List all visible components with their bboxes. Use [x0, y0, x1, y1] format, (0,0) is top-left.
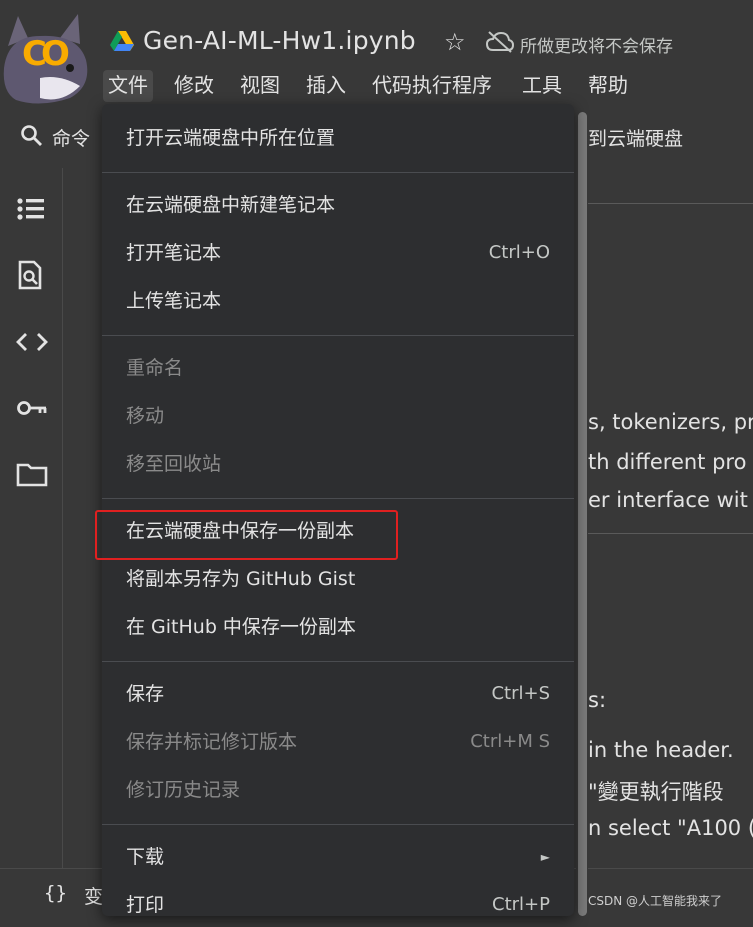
command-palette-button[interactable]: 命令 — [52, 124, 90, 151]
menu-item-label: 打印 — [126, 894, 165, 916]
watermark: CSDN @人工智能我来了 — [588, 894, 723, 908]
star-icon[interactable]: ☆ — [444, 28, 466, 56]
menu-item-label: 保存 — [126, 683, 165, 705]
menu-insert[interactable]: 插入 — [301, 70, 351, 102]
menu-item-label: 将副本另存为 GitHub Gist — [126, 568, 356, 590]
menu-separator — [102, 498, 574, 499]
menu-item-label: 重命名 — [126, 357, 184, 379]
scrollbar-thumb[interactable] — [578, 112, 587, 916]
save-status-text: 所做更改将不会保存 — [520, 37, 673, 57]
menu-tools[interactable]: 工具 — [517, 70, 567, 102]
variables-label[interactable]: 变 — [84, 882, 103, 909]
divider — [588, 203, 753, 204]
search-icon[interactable] — [20, 124, 44, 148]
menu-item-label: 上传笔记本 — [126, 290, 222, 312]
menu-item-label: 下载 — [126, 846, 165, 868]
menu-item-label: 打开笔记本 — [126, 242, 222, 264]
menu-help[interactable]: 帮助 — [583, 70, 633, 102]
code-snippets-icon[interactable] — [16, 331, 48, 353]
menu-item-open-drive-location[interactable]: 打开云端硬盘中所在位置 — [126, 116, 550, 160]
menu-item-move-to-trash: 移至回收站 — [126, 442, 550, 486]
menu-item-download[interactable]: 下载 ► — [126, 835, 550, 879]
menu-item-shortcut: Ctrl+P — [492, 894, 550, 915]
menu-item-save[interactable]: 保存 Ctrl+S — [126, 672, 550, 716]
menu-view[interactable]: 视图 — [235, 70, 285, 102]
menu-edit[interactable]: 修改 — [169, 70, 219, 102]
menu-item-label: 移动 — [126, 405, 165, 427]
content-line: s, tokenizers, pr — [588, 410, 753, 434]
content-line: in the header. — [588, 738, 734, 762]
copy-to-drive-button[interactable]: 到云端硬盘 — [588, 124, 683, 151]
colab-logo-text: CO — [22, 34, 70, 74]
cloud-off-icon — [486, 31, 514, 53]
menu-item-label: 打开云端硬盘中所在位置 — [126, 127, 336, 149]
menu-item-label: 保存并标记修订版本 — [126, 731, 298, 753]
menu-separator — [102, 335, 574, 336]
secrets-key-icon[interactable] — [16, 398, 48, 418]
variables-icon[interactable]: {} — [44, 882, 67, 904]
menu-separator — [102, 824, 574, 825]
menu-item-open-notebook[interactable]: 打开笔记本 Ctrl+O — [126, 231, 550, 275]
menu-runtime[interactable]: 代码执行程序 — [367, 70, 497, 102]
highlight-annotation-box — [95, 510, 398, 560]
menu-item-save-copy-as-gist[interactable]: 将副本另存为 GitHub Gist — [126, 557, 550, 601]
menu-item-label: 移至回收站 — [126, 453, 222, 475]
menu-file[interactable]: 文件 — [103, 70, 153, 102]
menu-item-revision-history: 修订历史记录 — [126, 768, 550, 812]
content-line: er interface wit — [588, 488, 748, 512]
menu-item-save-copy-in-github[interactable]: 在 GitHub 中保存一份副本 — [126, 605, 550, 649]
menu-item-print[interactable]: 打印 Ctrl+P — [126, 883, 550, 927]
menu-item-move: 移动 — [126, 394, 550, 438]
content-line: n select "A100 ( — [588, 816, 753, 840]
find-replace-icon[interactable] — [16, 260, 46, 292]
content-line: th different pro — [588, 450, 747, 474]
content-line: "變更執行階段 — [588, 780, 724, 804]
menu-item-rename: 重命名 — [126, 346, 550, 390]
google-drive-icon — [110, 31, 134, 51]
menu-item-save-and-pin-revision: 保存并标记修订版本 Ctrl+M S — [126, 720, 550, 764]
menu-item-shortcut: Ctrl+M S — [470, 731, 550, 752]
menu-item-upload-notebook[interactable]: 上传笔记本 — [126, 279, 550, 323]
menu-item-label: 在 GitHub 中保存一份副本 — [126, 616, 356, 638]
folder-icon[interactable] — [16, 462, 48, 488]
menu-separator — [102, 172, 574, 173]
menu-item-shortcut: Ctrl+S — [491, 683, 550, 704]
menu-item-label: 修订历史记录 — [126, 779, 241, 801]
content-line: s: — [588, 688, 607, 712]
notebook-title[interactable]: Gen-AI-ML-Hw1.ipynb — [143, 26, 416, 55]
menu-item-new-notebook[interactable]: 在云端硬盘中新建笔记本 — [126, 183, 550, 227]
submenu-arrow-icon: ► — [540, 850, 550, 864]
divider — [588, 533, 753, 534]
menu-item-shortcut: Ctrl+O — [488, 242, 550, 263]
menu-item-label: 在云端硬盘中新建笔记本 — [126, 194, 336, 216]
table-of-contents-icon[interactable] — [16, 197, 46, 221]
menu-separator — [102, 661, 574, 662]
